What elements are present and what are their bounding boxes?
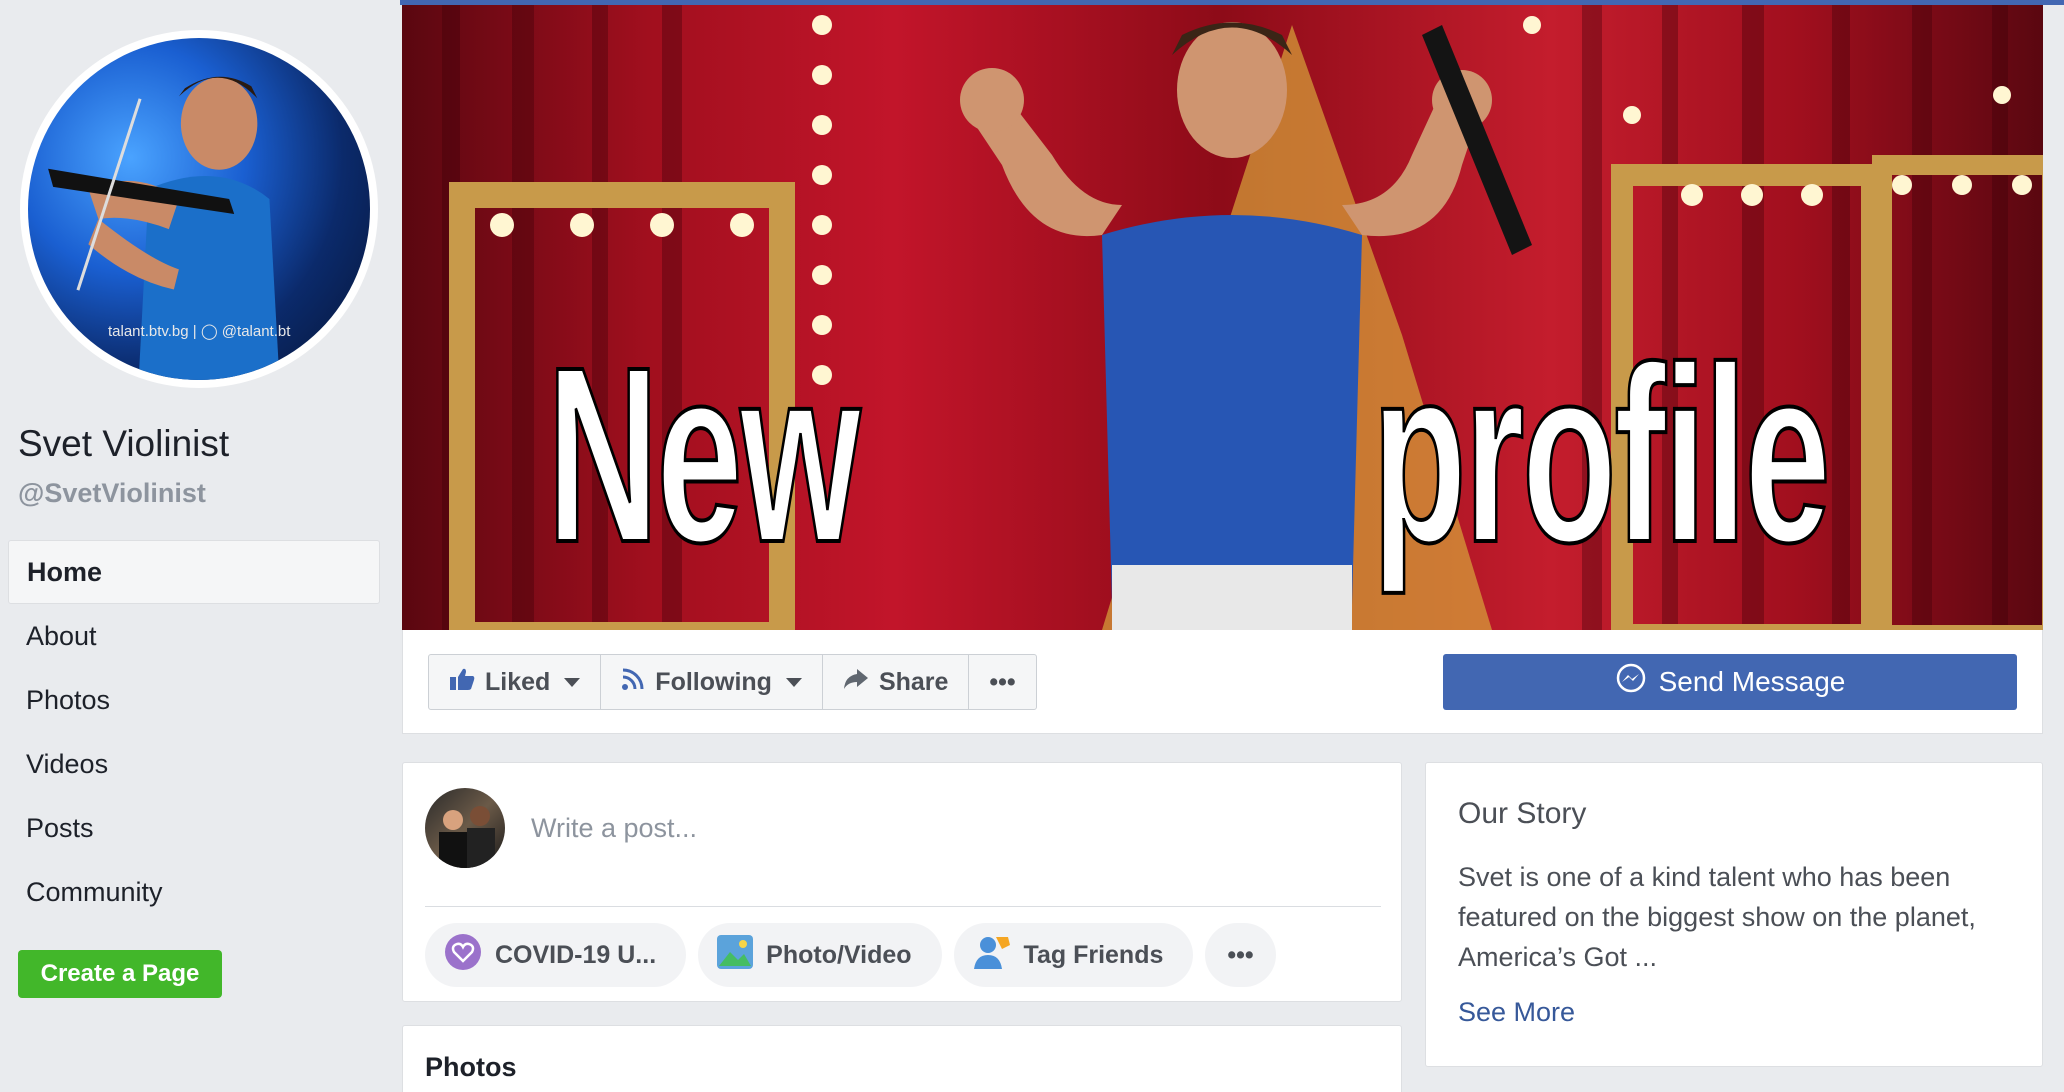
profile-picture[interactable]: talant.btv.bg | ◯ @talant.bt xyxy=(20,30,378,388)
nav-item-community[interactable]: Community xyxy=(8,860,380,924)
our-story-text: Svet is one of a kind talent who has bee… xyxy=(1458,862,1976,972)
left-sidebar: talant.btv.bg | ◯ @talant.bt Svet Violin… xyxy=(0,0,400,1092)
nav-item-posts[interactable]: Posts xyxy=(8,796,380,860)
page-title: Svet Violinist xyxy=(18,423,230,464)
messenger-icon xyxy=(1615,663,1647,702)
action-button-group: Liked Following Share ••• xyxy=(428,654,1037,710)
see-more-link[interactable]: See More xyxy=(1458,997,1575,1028)
share-label: Share xyxy=(878,667,949,696)
page-actions-bar: Liked Following Share ••• Send Message xyxy=(402,630,2043,734)
page-handle[interactable]: @SvetViolinist xyxy=(18,478,206,509)
composer-divider xyxy=(425,906,1381,907)
cover-photo[interactable]: New profile xyxy=(402,5,2043,630)
covid-update-button[interactable]: COVID-19 U... xyxy=(425,923,687,987)
heart-icon xyxy=(443,932,483,979)
rss-icon xyxy=(621,667,645,698)
our-story-heading: Our Story xyxy=(1458,797,1587,830)
photo-video-label: Photo/Video xyxy=(766,940,912,969)
following-button[interactable]: Following xyxy=(601,655,823,709)
liked-label: Liked xyxy=(485,667,551,696)
tag-friends-button[interactable]: Tag Friends xyxy=(953,923,1194,987)
tag-person-icon xyxy=(972,933,1012,978)
photos-section-title[interactable]: Photos xyxy=(425,1052,517,1083)
cover-text-profile: profile xyxy=(1371,315,1832,594)
liked-button[interactable]: Liked xyxy=(429,655,602,709)
send-message-button[interactable]: Send Message xyxy=(1443,654,2017,710)
cover-text-new: New xyxy=(546,315,862,594)
more-dots-icon: ••• xyxy=(989,667,1016,696)
chevron-down-icon xyxy=(785,677,802,687)
composer-options: COVID-19 U... Photo/Video Tag Friends ••… xyxy=(425,923,1276,987)
page-nav: Home About Photos Videos Posts Community xyxy=(8,540,380,924)
photo-icon xyxy=(716,934,754,977)
more-options-button[interactable]: ••• xyxy=(969,655,1035,709)
tag-friends-label: Tag Friends xyxy=(1023,940,1164,969)
chevron-down-icon xyxy=(564,677,581,687)
profile-photo-image: talant.btv.bg | ◯ @talant.bt xyxy=(28,38,370,380)
composer-avatar xyxy=(425,788,505,868)
avatar-watermark: talant.btv.bg | ◯ @talant.bt xyxy=(108,323,291,340)
create-page-button[interactable]: Create a Page xyxy=(18,950,222,998)
nav-item-photos[interactable]: Photos xyxy=(8,668,380,732)
share-button[interactable]: Share xyxy=(823,655,970,709)
covid-update-label: COVID-19 U... xyxy=(495,940,657,969)
nav-item-videos[interactable]: Videos xyxy=(8,732,380,796)
nav-item-about[interactable]: About xyxy=(8,604,380,668)
share-arrow-icon xyxy=(843,668,869,697)
our-story-card: Our Story Svet is one of a kind talent w… xyxy=(1425,762,2043,1067)
send-message-label: Send Message xyxy=(1658,666,1846,697)
photo-video-button[interactable]: Photo/Video xyxy=(698,923,942,987)
more-dots-icon: ••• xyxy=(1227,940,1254,969)
following-label: Following xyxy=(655,667,772,696)
photos-section: Photos xyxy=(402,1025,1402,1092)
post-composer: Write a post... COVID-19 U... Photo/Vide… xyxy=(402,762,1402,1002)
thumbs-up-icon xyxy=(449,667,475,698)
nav-item-home[interactable]: Home xyxy=(8,540,380,604)
composer-more-button[interactable]: ••• xyxy=(1205,923,1276,987)
write-post-input[interactable]: Write a post... xyxy=(531,813,697,844)
